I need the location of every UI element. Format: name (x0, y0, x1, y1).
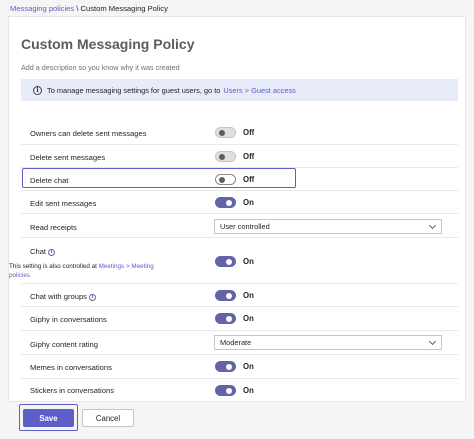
toggle-knob (226, 315, 232, 322)
setting-row-owners-delete: Owners can delete sent messages Off (21, 121, 458, 145)
meeting-policies-link-suffix[interactable]: policies (9, 272, 30, 279)
info-icon[interactable]: i (48, 248, 56, 256)
toggle-state: On (243, 386, 254, 395)
chevron-down-icon (428, 221, 437, 230)
chat-groups-label: Chat with groups (30, 292, 87, 301)
toggle-knob (219, 153, 225, 160)
setting-label: Giphy content rating (30, 340, 98, 349)
toggle-knob (219, 129, 225, 136)
save-button[interactable]: Save (23, 409, 74, 427)
focus-highlight (22, 168, 296, 188)
setting-row-chat-groups: Chat with groups i On (21, 284, 458, 307)
chat-note: This setting is also controlled at Meeti… (9, 262, 169, 280)
giphy-rating-dropdown[interactable]: Moderate (214, 335, 442, 350)
guest-access-banner: i To manage messaging settings for guest… (21, 79, 458, 101)
toggle-state: On (243, 257, 254, 266)
toggle-knob (226, 292, 232, 299)
toggle-state: On (243, 291, 254, 300)
info-icon[interactable]: i (88, 293, 96, 301)
setting-row-giphy: Giphy in conversations On (21, 307, 458, 331)
dropdown-value: Moderate (220, 338, 252, 347)
setting-row-delete-sent: Delete sent messages Off (21, 145, 458, 168)
chevron-down-icon (428, 337, 437, 346)
chat-toggle[interactable] (215, 256, 236, 267)
toggle-state: On (243, 198, 254, 207)
setting-row-stickers: Stickers in conversations On (21, 379, 458, 402)
banner-text: To manage messaging settings for guest u… (47, 85, 221, 95)
setting-label: Read receipts (30, 223, 77, 232)
setting-label: Giphy in conversations (30, 315, 107, 324)
owners-delete-toggle[interactable] (215, 127, 236, 138)
delete-sent-toggle[interactable] (215, 151, 236, 162)
setting-row-read-receipts: Read receipts User controlled (21, 214, 458, 238)
toggle-knob (226, 199, 232, 206)
page-title: Custom Messaging Policy (21, 36, 195, 52)
setting-label: Stickers in conversations (30, 386, 114, 395)
info-icon: i (33, 85, 42, 95)
toggle-knob (226, 258, 232, 265)
setting-row-edit-sent: Edit sent messages On (21, 191, 458, 214)
toggle-state: Off (243, 152, 255, 161)
breadcrumb-messaging-policies-link[interactable]: Messaging policies (10, 4, 74, 13)
setting-label: Chat i (30, 247, 56, 256)
setting-label: Edit sent messages (30, 199, 97, 208)
toggle-state: On (243, 362, 254, 371)
chat-label: Chat (30, 247, 47, 256)
breadcrumb-current: Custom Messaging Policy (80, 4, 168, 13)
setting-label: Owners can delete sent messages (30, 129, 147, 138)
toggle-knob (226, 387, 232, 394)
edit-sent-toggle[interactable] (215, 197, 236, 208)
read-receipts-dropdown[interactable]: User controlled (214, 219, 442, 234)
giphy-toggle[interactable] (215, 313, 236, 324)
setting-row-giphy-rating: Giphy content rating Moderate (21, 331, 458, 355)
description-field[interactable]: Add a description so you know why it was… (21, 63, 180, 72)
guest-access-link[interactable]: Users > Guest access (223, 86, 296, 95)
toggle-knob (226, 363, 232, 370)
chat-note-text: This setting is also controlled at (9, 263, 97, 270)
setting-label: Delete sent messages (30, 153, 106, 162)
setting-label: Memes in conversations (30, 363, 112, 372)
stickers-toggle[interactable] (215, 385, 236, 396)
setting-row-memes: Memes in conversations On (21, 355, 458, 379)
toggle-state: Off (243, 128, 255, 137)
memes-toggle[interactable] (215, 361, 236, 372)
cancel-button[interactable]: Cancel (82, 409, 134, 427)
toggle-state: On (243, 314, 254, 323)
setting-label: Chat with groups i (30, 292, 96, 301)
breadcrumb: Messaging policies \ Custom Messaging Po… (10, 4, 168, 13)
chat-groups-toggle[interactable] (215, 290, 236, 301)
meeting-policies-link[interactable]: Meetings > Meeting (99, 263, 154, 270)
dropdown-value: User controlled (220, 222, 270, 231)
